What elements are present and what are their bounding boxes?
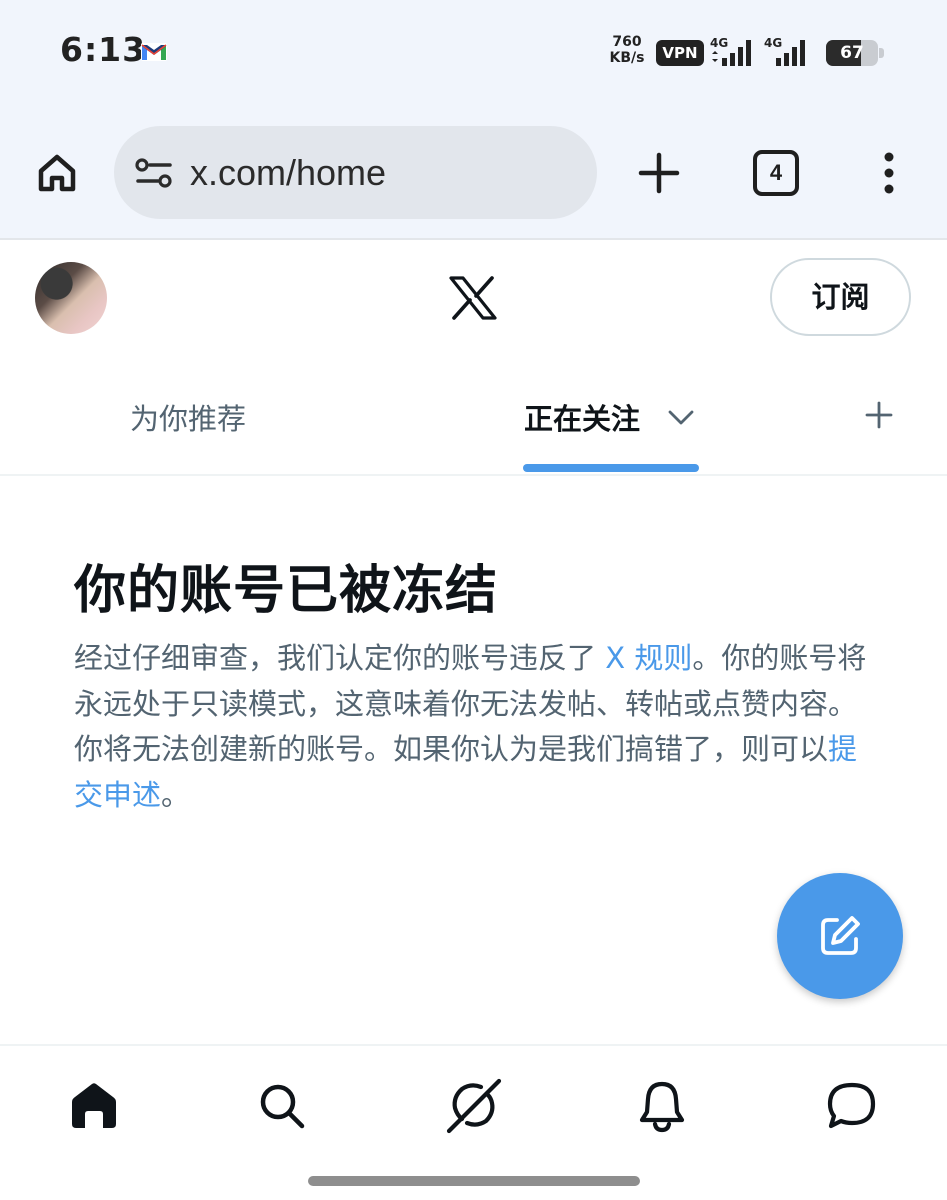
- feed-tabs: 为你推荐 正在关注: [0, 362, 947, 476]
- browser-home-button[interactable]: [30, 146, 84, 200]
- nav-grok-button[interactable]: [444, 1076, 504, 1136]
- url-text[interactable]: x.com/home: [190, 152, 386, 194]
- chevron-down-icon[interactable]: [666, 402, 696, 432]
- signal-1-label: 4G: [710, 36, 728, 50]
- message-icon: [827, 1082, 876, 1129]
- tab-following[interactable]: 正在关注: [524, 396, 640, 438]
- battery-icon: 67: [826, 40, 884, 66]
- home-icon: [72, 1083, 116, 1128]
- battery-tip: [879, 48, 884, 58]
- plus-icon: [638, 152, 680, 194]
- active-tab-indicator: [523, 464, 699, 472]
- nav-notifications-button[interactable]: [632, 1076, 692, 1136]
- grok-icon: [446, 1078, 502, 1134]
- x-rules-link[interactable]: X 规则: [605, 641, 692, 675]
- notice-text-3: 。: [161, 777, 191, 812]
- notice-title: 你的账号已被冻结: [74, 561, 499, 621]
- signal-4g-icon: 4G: [764, 36, 805, 66]
- tab-switcher-button[interactable]: 4: [753, 150, 799, 196]
- subscribe-button[interactable]: 订阅: [770, 258, 911, 336]
- address-bar[interactable]: x.com/home: [114, 126, 597, 219]
- home-icon: [38, 154, 76, 192]
- signal-4g-icon: 4G: [710, 36, 751, 66]
- notice-text-1: 经过仔细审查，我们认定你的账号违反了: [74, 641, 606, 675]
- status-bar: 6:13 760 KB/s VPN 4G 4G 67: [0, 0, 947, 100]
- network-speed: 760 KB/s: [604, 34, 650, 66]
- nav-search-button[interactable]: [252, 1076, 312, 1136]
- signal-2-label: 4G: [764, 36, 782, 50]
- browser-menu-button[interactable]: [866, 146, 912, 200]
- vpn-badge: VPN: [656, 40, 704, 66]
- status-time: 6:13: [60, 30, 147, 69]
- network-speed-value: 760: [612, 34, 642, 50]
- nav-messages-button[interactable]: [822, 1076, 882, 1136]
- battery-level: 67: [840, 43, 864, 63]
- compose-icon: [821, 916, 860, 955]
- bottom-nav: [0, 1044, 947, 1200]
- add-tab-button[interactable]: [858, 394, 900, 436]
- browser-chrome: 6:13 760 KB/s VPN 4G 4G 67 x.com/home 4: [0, 0, 947, 240]
- tune-icon[interactable]: [134, 156, 174, 190]
- compose-post-button[interactable]: [777, 873, 903, 999]
- notice-body: 经过仔细审查，我们认定你的账号违反了 X 规则。你的账号将永远处于只读模式，这意…: [74, 636, 874, 818]
- profile-avatar[interactable]: [35, 262, 107, 334]
- gmail-icon: [141, 43, 167, 61]
- network-speed-unit: KB/s: [609, 50, 645, 66]
- nav-home-button[interactable]: [64, 1076, 124, 1136]
- bell-icon: [639, 1081, 685, 1133]
- more-vert-icon: [884, 152, 894, 194]
- x-logo-icon: [449, 276, 497, 320]
- gesture-home-indicator: [308, 1176, 640, 1186]
- search-icon: [260, 1084, 305, 1129]
- x-header: 订阅: [0, 242, 947, 362]
- tab-for-you[interactable]: 为你推荐: [130, 396, 246, 438]
- battery-body: 67: [826, 40, 878, 66]
- plus-icon: [865, 401, 893, 429]
- new-tab-button[interactable]: [632, 146, 686, 200]
